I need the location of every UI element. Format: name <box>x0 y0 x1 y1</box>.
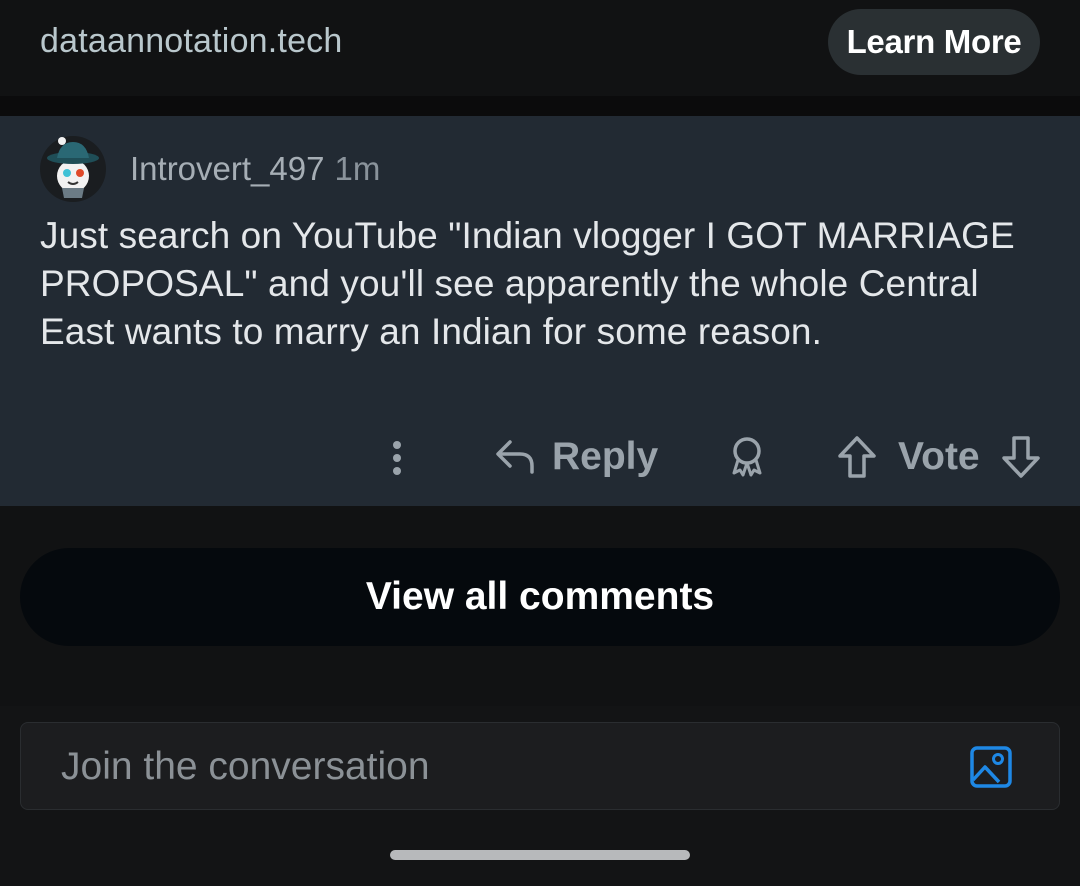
reply-arrow-icon <box>496 440 534 474</box>
home-indicator[interactable] <box>390 850 690 860</box>
upvote-arrow-icon <box>838 436 876 478</box>
attach-image-button[interactable] <box>969 745 1013 789</box>
composer-placeholder: Join the conversation <box>61 745 430 788</box>
join-conversation-input[interactable]: Join the conversation <box>20 722 1060 810</box>
page: dataannotation.tech Learn More Introvert… <box>0 0 1080 886</box>
award-icon <box>732 437 762 477</box>
comment-card: Introvert_497 1m Just search on YouTube "… <box>0 116 1080 506</box>
author-username[interactable]: Introvert_497 <box>130 150 324 187</box>
reply-button[interactable]: Reply <box>494 432 658 482</box>
upvote-button[interactable] <box>836 434 878 480</box>
downvote-button[interactable] <box>1000 434 1042 480</box>
promoted-ad-banner[interactable]: dataannotation.tech Learn More <box>0 0 1080 96</box>
view-all-comments-button[interactable]: View all comments <box>20 548 1060 646</box>
more-options-button[interactable] <box>382 434 412 482</box>
avatar[interactable] <box>40 136 106 202</box>
avatar-snoo-icon <box>40 136 106 202</box>
vote-count-label: Vote <box>898 435 980 478</box>
downvote-arrow-icon <box>1002 436 1040 478</box>
comment-body: Just search on YouTube "Indian vlogger I… <box>40 215 1015 352</box>
more-vertical-icon <box>393 441 401 475</box>
comment-timestamp: 1m <box>334 150 381 187</box>
divider <box>0 96 1080 116</box>
image-icon <box>970 746 1012 788</box>
award-button[interactable] <box>722 432 772 482</box>
learn-more-button[interactable]: Learn More <box>828 9 1040 75</box>
reply-label: Reply <box>552 435 659 478</box>
ad-domain[interactable]: dataannotation.tech <box>40 22 343 61</box>
comment-meta: Introvert_497 1m <box>130 150 380 188</box>
